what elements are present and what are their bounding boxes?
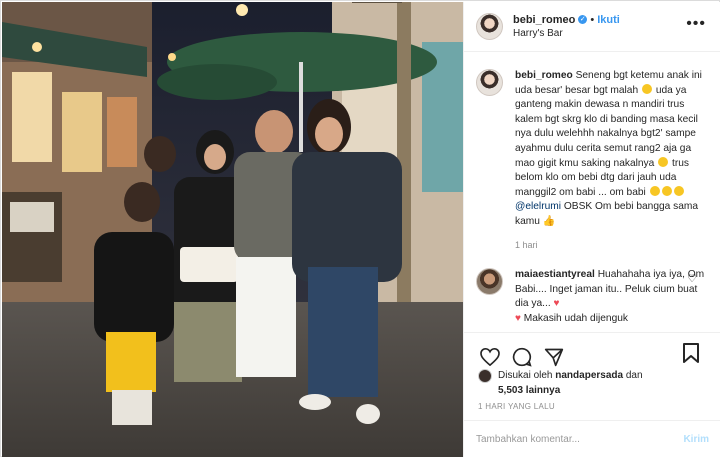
- liker-username[interactable]: nandapersada: [555, 370, 623, 381]
- verified-badge-icon: ✓: [578, 15, 588, 25]
- commenter-avatar[interactable]: [476, 268, 503, 296]
- caption: bebi_romeo Seneng bgt ketemu anak ini ud…: [476, 69, 709, 268]
- comments-section[interactable]: bebi_romeo Seneng bgt ketemu anak ini ud…: [464, 53, 720, 331]
- likes-prefix: Disukai oleh: [498, 370, 553, 381]
- header-username[interactable]: bebi_romeo: [513, 14, 575, 26]
- share-send-icon[interactable]: [542, 345, 566, 369]
- heart-emoji-icon: ♥: [553, 298, 560, 310]
- likes-count[interactable]: 5,503 lainnya: [498, 385, 560, 396]
- laughing-emoji-icon: [661, 186, 672, 197]
- action-bar: [464, 332, 720, 372]
- location-link[interactable]: Harry's Bar: [513, 27, 620, 41]
- caption-mention[interactable]: @elelrumi: [515, 201, 561, 212]
- comment-body: maiaestiantyreal Huahahaha iya iya, Om B…: [515, 268, 709, 326]
- comment-username[interactable]: maiaestiantyreal: [515, 269, 595, 280]
- caption-avatar[interactable]: [476, 69, 503, 96]
- comment-bubble-icon[interactable]: [510, 345, 534, 369]
- post-timestamp[interactable]: 1 HARI YANG LALU: [478, 402, 555, 411]
- liker-avatar[interactable]: [478, 369, 492, 383]
- likes-connector: dan: [625, 370, 643, 381]
- caption-time: 1 hari: [515, 239, 538, 250]
- post-sidebar: bebi_romeo ✓ • Ikuti Harry's Bar ••• bebi_r…: [463, 2, 720, 457]
- more-options-icon[interactable]: •••: [686, 15, 706, 33]
- header-text: bebi_romeo ✓ • Ikuti Harry's Bar: [513, 13, 620, 41]
- likes-summary: Disukai oleh nandapersada dan 5,503 lain…: [478, 368, 643, 398]
- thumbs-up-emoji-icon: 👍: [542, 215, 556, 227]
- laughing-emoji-icon: [649, 186, 660, 197]
- separator-dot: •: [590, 13, 595, 26]
- post-comment-button[interactable]: Kirim: [683, 434, 709, 445]
- laughing-emoji-icon: [641, 83, 652, 94]
- heart-emoji-icon: ♥: [515, 312, 521, 324]
- post-photo[interactable]: [2, 2, 463, 457]
- instagram-post-window: bebi_romeo ✓ • Ikuti Harry's Bar ••• bebi_r…: [0, 0, 720, 457]
- comment-input[interactable]: [476, 433, 666, 445]
- street-photo-illustration: [2, 2, 463, 457]
- caption-username[interactable]: bebi_romeo: [515, 70, 573, 81]
- caption-body: bebi_romeo Seneng bgt ketemu anak ini ud…: [515, 69, 709, 268]
- laughing-emoji-icon: [658, 156, 669, 167]
- bookmark-icon[interactable]: [679, 341, 703, 365]
- comment-item: maiaestiantyreal Huahahaha iya iya, Om B…: [476, 268, 709, 326]
- caption-text-2: uda ya ganteng makin dewasa n mandiri tr…: [515, 84, 698, 169]
- post-header: bebi_romeo ✓ • Ikuti Harry's Bar •••: [464, 2, 720, 52]
- avatar[interactable]: [476, 13, 503, 40]
- follow-button[interactable]: Ikuti: [597, 14, 620, 26]
- like-heart-icon[interactable]: [478, 345, 502, 369]
- like-comment-icon[interactable]: ♡: [687, 272, 697, 285]
- laughing-emoji-icon: [673, 186, 684, 197]
- add-comment-bar: Kirim: [464, 420, 720, 457]
- comment-text-2: Makasih udah dijenguk: [523, 312, 628, 324]
